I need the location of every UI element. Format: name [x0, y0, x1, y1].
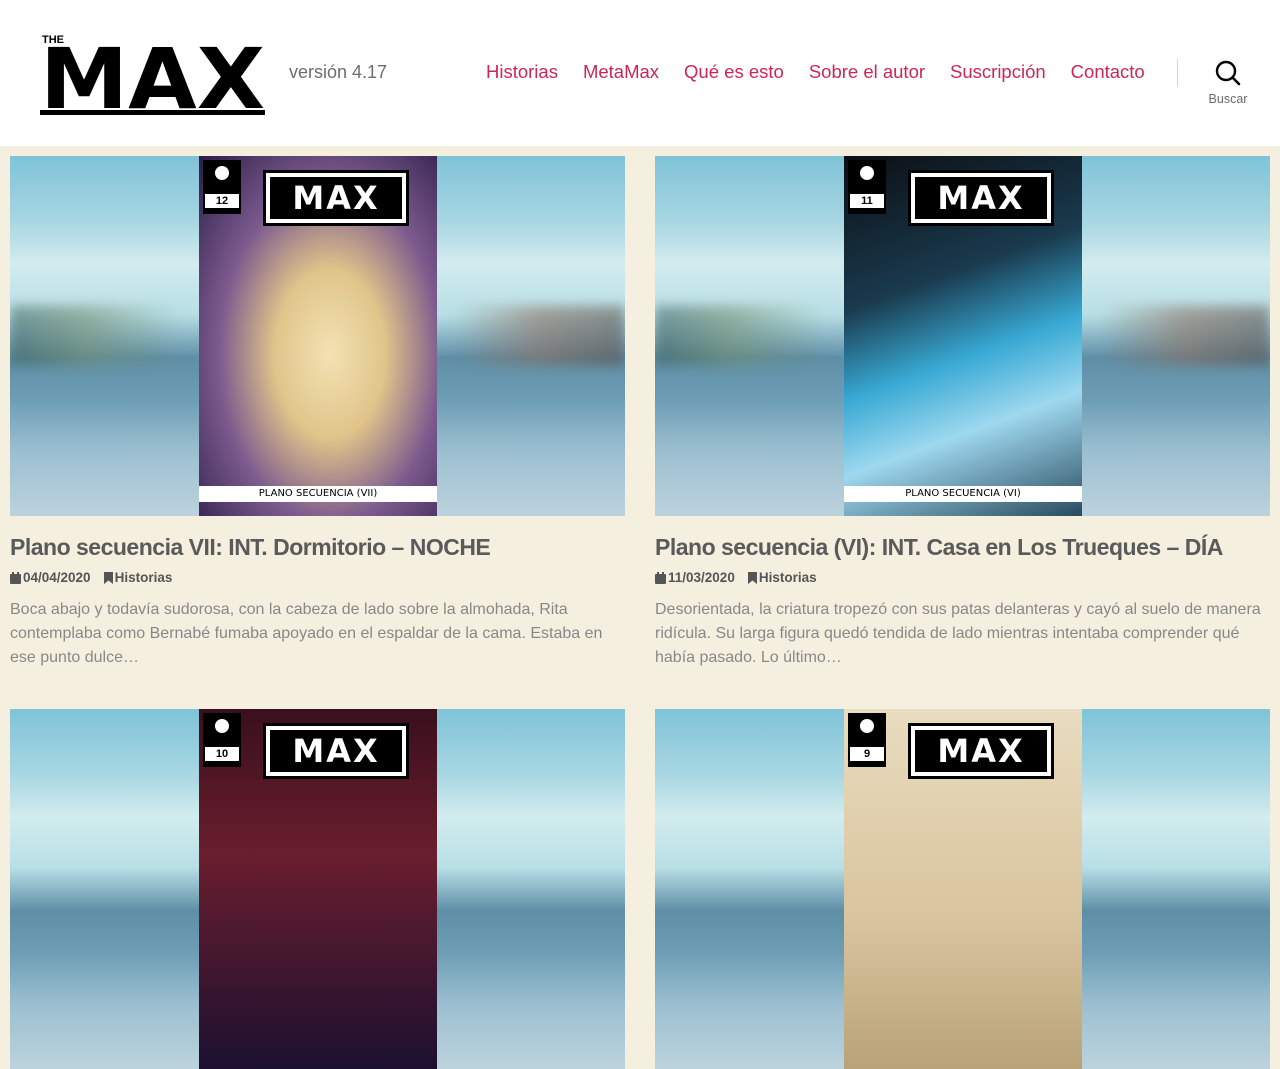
calendar-icon [10, 571, 21, 584]
comic-cover: 11 MAX PLANO SECUENCIA (VI) [844, 156, 1082, 516]
search-button[interactable]: Buscar [1196, 58, 1260, 110]
post-excerpt: Boca abajo y todavía sudorosa, con la ca… [10, 601, 603, 666]
post-card: 9 MAX [655, 709, 1270, 1069]
nav-item-suscripcion[interactable]: Suscripción [950, 61, 1046, 82]
cover-logo: MAX [263, 723, 409, 779]
primary-nav: Historias MetaMax Qué es esto Sobre el a… [486, 61, 1145, 83]
nav-item-metamax[interactable]: MetaMax [583, 61, 659, 82]
post-date: 04/04/2020 [10, 570, 91, 585]
calendar-icon [655, 571, 666, 584]
cover-logo: MAX [908, 723, 1054, 779]
nav-item-que-es-esto[interactable]: Qué es esto [684, 61, 784, 82]
post-thumbnail[interactable]: 10 MAX [10, 709, 625, 1069]
post-card: 10 MAX [10, 709, 625, 1069]
post-meta: 04/04/2020 Historias [10, 570, 172, 585]
post-card: 11 MAX PLANO SECUENCIA (VI) Plano secuen… [655, 156, 1270, 666]
post-category[interactable]: Historias [747, 570, 817, 585]
bookmark-icon [103, 571, 113, 584]
post-thumbnail[interactable]: 11 MAX PLANO SECUENCIA (VI) [655, 156, 1270, 516]
comic-cover: 10 MAX [199, 709, 437, 1069]
post-thumbnail[interactable]: 12 MAX PLANO SECUENCIA (VII) [10, 156, 625, 516]
issue-badge: 10 [203, 713, 241, 767]
comic-cover: 12 MAX PLANO SECUENCIA (VII) [199, 156, 437, 516]
nav-item-historias[interactable]: Historias [486, 61, 558, 82]
nav-divider [1177, 59, 1178, 87]
post-title[interactable]: Plano secuencia (VI): INT. Casa en Los T… [655, 534, 1223, 560]
post-card: 12 MAX PLANO SECUENCIA (VII) Plano secue… [10, 156, 625, 666]
bookmark-icon [747, 571, 757, 584]
post-date: 11/03/2020 [655, 570, 735, 585]
cover-caption: PLANO SECUENCIA (VII) [199, 486, 437, 502]
issue-badge: 12 [203, 160, 241, 214]
cover-caption: PLANO SECUENCIA (VI) [844, 486, 1082, 502]
issue-badge: 9 [848, 713, 886, 767]
search-icon [1215, 60, 1241, 86]
comic-cover: 9 MAX [844, 709, 1082, 1069]
post-title[interactable]: Plano secuencia VII: INT. Dormitorio – N… [10, 534, 491, 560]
cover-logo: MAX [263, 170, 409, 226]
site-tagline: versión 4.17 [289, 62, 388, 82]
search-label: Buscar [1208, 92, 1248, 106]
issue-badge: 11 [848, 160, 886, 214]
site-logo[interactable]: THE MAX [40, 30, 265, 128]
nav-item-sobre-el-autor[interactable]: Sobre el autor [809, 61, 925, 82]
site-header: THE MAX versión 4.17 Historias MetaMax Q… [0, 0, 1280, 146]
the-max-logo: THE MAX [40, 30, 265, 128]
cover-logo: MAX [908, 170, 1054, 226]
svg-text:MAX: MAX [40, 31, 265, 115]
post-excerpt: Desorientada, la criatura tropezó con su… [655, 601, 1261, 666]
post-thumbnail[interactable]: 9 MAX [655, 709, 1270, 1069]
post-meta: 11/03/2020 Historias [655, 570, 817, 585]
nav-item-contacto[interactable]: Contacto [1071, 61, 1145, 82]
post-category[interactable]: Historias [103, 570, 172, 585]
